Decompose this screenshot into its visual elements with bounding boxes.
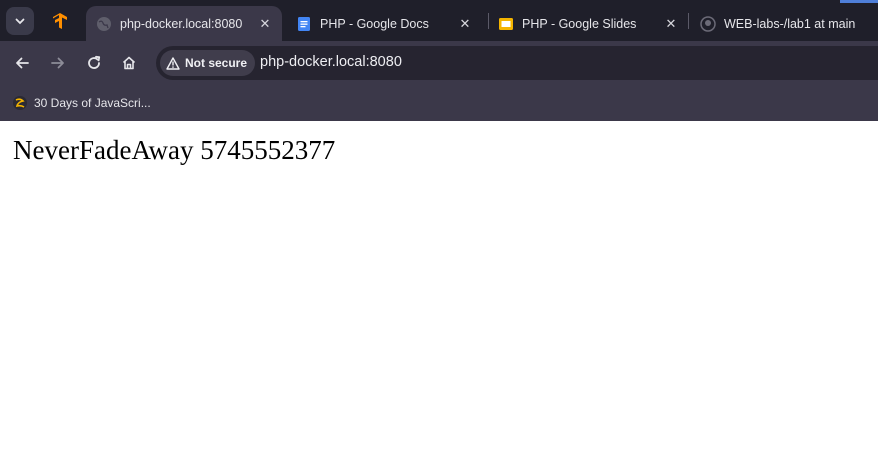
bookmark-item[interactable]: 30 Days of JavaScri... — [12, 92, 151, 114]
tab-search-button[interactable] — [6, 7, 34, 35]
page-output-text: NeverFadeAway 5745552377 — [13, 135, 336, 165]
home-button[interactable] — [115, 49, 143, 77]
bookmarks-bar: 30 Days of JavaScri... — [0, 85, 878, 121]
tensorflow-icon — [53, 13, 67, 29]
forward-arrow-icon — [51, 57, 64, 69]
toolbar: Not secure php-docker.local:8080 — [0, 41, 878, 85]
close-tab-icon[interactable]: ✕ — [256, 15, 274, 33]
window-accent — [840, 0, 878, 3]
tab-title: PHP - Google Docs — [320, 16, 429, 31]
warning-triangle-icon — [166, 56, 180, 70]
google-docs-icon — [296, 16, 312, 32]
address-bar[interactable]: Not secure php-docker.local:8080 — [156, 46, 878, 80]
back-arrow-icon — [16, 57, 29, 69]
chevron-down-icon — [15, 18, 25, 25]
tab-separator — [688, 13, 689, 29]
javascript-bookmark-icon — [12, 95, 28, 111]
github-icon — [700, 15, 716, 32]
page-content: NeverFadeAway 5745552377 — [0, 121, 878, 457]
bookmark-label: 30 Days of JavaScri... — [34, 96, 151, 110]
tab-google-slides[interactable]: PHP - Google Slides ✕ — [488, 6, 688, 41]
close-tab-icon[interactable]: ✕ — [456, 15, 474, 33]
tab-php-docker[interactable]: php-docker.local:8080 ✕ — [86, 6, 282, 41]
home-icon — [122, 56, 136, 70]
security-chip[interactable]: Not secure — [160, 50, 256, 76]
security-label: Not secure — [185, 56, 248, 70]
reload-button[interactable] — [80, 49, 108, 77]
tab-strip: php-docker.local:8080 ✕ PHP - Google Doc… — [0, 0, 878, 41]
google-slides-icon — [498, 16, 514, 32]
globe-icon — [96, 16, 112, 32]
pinned-tab[interactable] — [44, 6, 76, 36]
tab-google-docs[interactable]: PHP - Google Docs ✕ — [286, 6, 482, 41]
url-text[interactable]: php-docker.local:8080 — [260, 54, 402, 70]
tab-title: WEB-labs-/lab1 at main — [724, 16, 856, 31]
tab-title: PHP - Google Slides — [522, 16, 637, 31]
close-tab-icon[interactable]: ✕ — [662, 15, 680, 33]
tab-github[interactable]: WEB-labs-/lab1 at main — [690, 6, 878, 41]
forward-button[interactable] — [44, 49, 72, 77]
tab-title: php-docker.local:8080 — [120, 16, 243, 31]
back-button[interactable] — [8, 49, 36, 77]
reload-icon — [88, 55, 101, 69]
